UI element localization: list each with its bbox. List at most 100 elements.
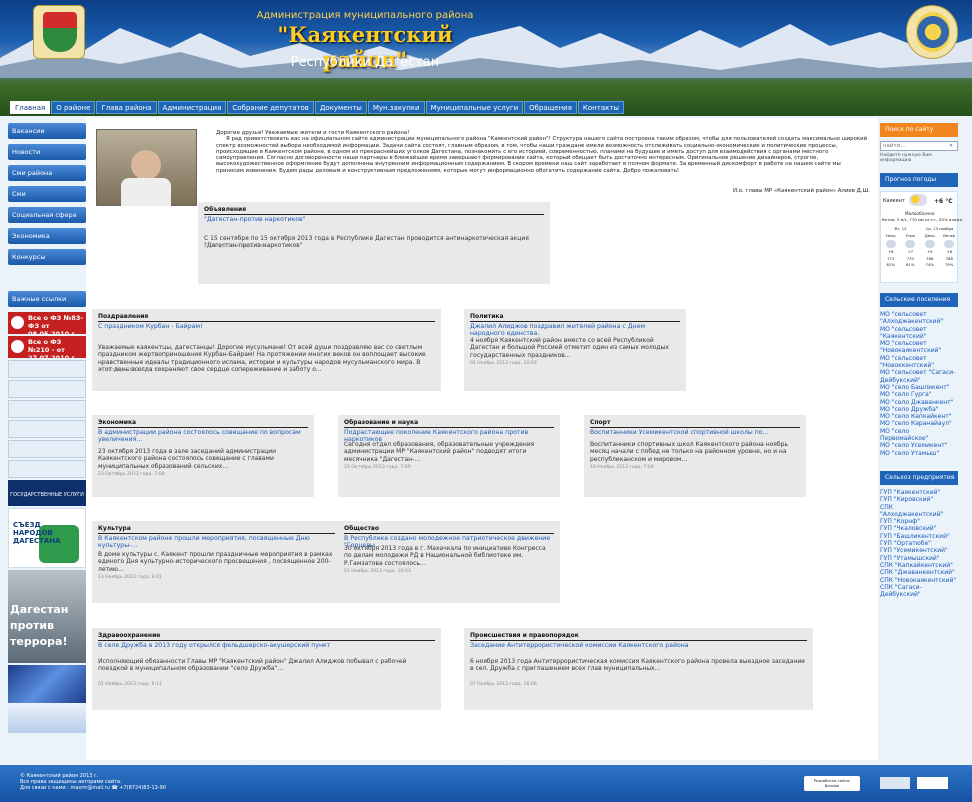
cloud-icon	[944, 240, 955, 248]
selsovet-link[interactable]: МО "сельсовет "Новокаякентский"	[880, 340, 958, 355]
syezd-banner[interactable]: СЪЕЗД НАРОДОВ ДАГЕСТАНА	[8, 508, 86, 568]
predpr-link[interactable]: ГУП "Чкаловский"	[880, 525, 958, 532]
counter-badge[interactable]	[880, 777, 910, 789]
gov-banner-1[interactable]	[8, 360, 86, 378]
selsovet-link[interactable]: МО "сельсовет "Каякентский"	[880, 326, 958, 341]
predpr-link[interactable]: ГУП "Корнф"	[880, 518, 958, 525]
selsovet-link[interactable]: МО "сельсовет "Новоккентский"	[880, 355, 958, 370]
predpr-link[interactable]: СПК "Новокаякентский"	[880, 577, 958, 584]
news-card: Здравоохранение В селе Дружба в 2013 год…	[92, 628, 441, 710]
news-card: Культура В Каякентском районе прошли мер…	[92, 521, 341, 603]
selsovet-link[interactable]: МО "село Дружба"	[880, 406, 958, 413]
weather-city: Каякент	[883, 198, 905, 204]
selsovet-link[interactable]: МО "сельсовет "Алходжакентский"	[880, 311, 958, 326]
nav-tab[interactable]: Главная	[10, 101, 51, 114]
selsovet-link[interactable]: МО "село Башликент"	[880, 384, 958, 391]
nav-tab[interactable]: О районе	[51, 101, 96, 114]
left-menu-item[interactable]: Сми	[8, 186, 86, 202]
nav-tab[interactable]: Собрание депутатов	[227, 101, 314, 114]
gov-banner-6[interactable]	[8, 460, 86, 478]
fz83-banner[interactable]: Все о ФЗ №83-ФЗ от 08.05.2010 г.	[8, 312, 86, 334]
cloud-icon	[905, 240, 916, 248]
predpr-link[interactable]: СПК "Сагаси-Дейбукский"	[880, 584, 958, 599]
left-menu-item[interactable]: Конкурсы	[8, 249, 86, 265]
predpr-link[interactable]: ГУП "Башликентский"	[880, 533, 958, 540]
predpr-link[interactable]: ГУП "Ортатюбе"	[880, 540, 958, 547]
gosuslugi-banner[interactable]: ГОСУДАРСТВЕННЫЕ УСЛУГИ	[8, 480, 86, 506]
predpr-link[interactable]: ГУП "Усемикентский"	[880, 547, 958, 554]
nav-tab[interactable]: Контакты	[577, 101, 624, 114]
header-subtitle: Республики Дагестан	[290, 55, 440, 70]
site-footer: © Каякентский район 2013 г. Все права за…	[0, 765, 972, 802]
nav-tab[interactable]: Обращения	[524, 101, 577, 114]
selsovet-link[interactable]: МО "село Гурга"	[880, 391, 958, 398]
card-link[interactable]: В селе Дружба в 2013 году открылся фельд…	[98, 642, 435, 649]
card-title: Культура	[98, 525, 335, 534]
forecast-period: Ночь	[885, 232, 896, 238]
card-link[interactable]: В администрации района состоялось совеща…	[98, 429, 308, 443]
cloud-icon	[924, 240, 935, 248]
selsovet-link[interactable]: МО "село Каранайаул"	[880, 420, 958, 427]
warning-icon	[11, 340, 24, 353]
predpr-link[interactable]: СПК "Джаванкентский"	[880, 569, 958, 576]
search-input[interactable]	[881, 142, 945, 150]
nav-tab[interactable]: Глава района	[96, 101, 157, 114]
left-menu-item[interactable]: Вакансии	[8, 123, 86, 139]
card-link[interactable]: "Дагестан-против наркотиков"	[204, 216, 544, 223]
predpr-link[interactable]: СПК "Капкайкентский"	[880, 562, 958, 569]
predpr-link[interactable]: ГУП "Утамышский"	[880, 555, 958, 562]
selsovet-link[interactable]: МО "сельсовет "Сагаси-Дейбукский"	[880, 369, 958, 384]
news-card: Образование и наука Подрастающее поколен…	[338, 415, 560, 497]
developer-badge[interactable]: Разработка сайта: Benoba	[804, 776, 860, 791]
gov-banner-5[interactable]	[8, 440, 86, 458]
selsovet-link[interactable]: МО "село Капкайкент"	[880, 413, 958, 420]
counter-badge-2[interactable]	[917, 777, 948, 789]
search-go-icon[interactable]: »	[946, 142, 956, 150]
nav-tab[interactable]: Документы	[314, 101, 367, 114]
sun-cloud-icon	[909, 194, 927, 206]
card-link[interactable]: В Каякентском районе прошли мероприятия,…	[98, 535, 335, 549]
selsovet-header: Сельские поселения	[880, 293, 958, 307]
district-emblem-icon[interactable]	[33, 5, 85, 59]
left-menu-item[interactable]: Социальная сфера	[8, 207, 86, 223]
card-link[interactable]: Воспитанники Усемикентской спортивной шк…	[590, 429, 800, 436]
forecast-period: Утро	[905, 232, 915, 238]
selsovet-link[interactable]: МО "село Джаванкент"	[880, 399, 958, 406]
right-sidebar: Поиск по сайту » Найдите нужную Вам инфо…	[880, 123, 964, 599]
gov-banner-2[interactable]	[8, 380, 86, 398]
search-header: Поиск по сайту	[880, 123, 958, 137]
selsovet-link[interactable]: МО "село Утамыш"	[880, 450, 958, 457]
card-date: 10 Ноябрь 2013 года, 7:04	[590, 465, 654, 470]
news-card: Спорт Воспитанники Усемикентской спортив…	[584, 415, 806, 497]
gov-banner-3[interactable]	[8, 400, 86, 418]
portal-banner[interactable]	[8, 705, 86, 733]
nav-tab[interactable]: Мун.закупки	[367, 101, 425, 114]
gov-banner-4[interactable]	[8, 420, 86, 438]
selsovet-link[interactable]: МО "село Первомайское"	[880, 428, 958, 443]
elections-banner[interactable]	[8, 665, 86, 703]
footer-contact[interactable]: Для связи с нами : maxrrr@mail.ru ☎ +7(8…	[20, 785, 166, 791]
left-menu-item[interactable]: Экономика	[8, 228, 86, 244]
selsovet-list: МО "сельсовет "Алходжакентский" МО "сельс…	[880, 311, 958, 457]
card-body: 6 ноября 2013 года Антитеррористическая …	[470, 658, 805, 673]
selsovet-link[interactable]: МО "село Усемикент"	[880, 442, 958, 449]
nav-tab[interactable]: Муниципальные услуги	[425, 101, 524, 114]
card-link[interactable]: Заседание Антитеррористической комиссии …	[470, 642, 807, 649]
fz210-banner[interactable]: Все о ФЗ №210 - от 27.07.2010 г.	[8, 336, 86, 358]
footer-text: © Каякентский район 2013 г. Все права за…	[20, 773, 166, 791]
head-photo	[96, 129, 197, 206]
card-link[interactable]: С праздником Курбан - Байрам!	[98, 323, 435, 330]
card-date: 01 Ноябрь 2013 года, 9:11	[98, 682, 162, 687]
left-menu-item[interactable]: Сми района	[8, 165, 86, 181]
news-card: Общество В Республике создано молодежное…	[338, 521, 560, 603]
welcome-body: Я рад приветствовать вас на официальном …	[216, 136, 868, 174]
forecast-period: День	[924, 232, 935, 238]
left-menu-item[interactable]: Новости	[8, 144, 86, 160]
nav-tab[interactable]: Администрация	[157, 101, 227, 114]
predpr-link[interactable]: ГУП "Кировский"	[880, 496, 958, 503]
predpr-link[interactable]: СПК "Алходжакентский"	[880, 504, 958, 519]
header-small-title: Администрация муниципального района	[256, 10, 474, 21]
predpr-link[interactable]: ГУП "Каякентский"	[880, 489, 958, 496]
card-link[interactable]: Джалил Алиджов поздравил жителей района …	[470, 323, 680, 337]
anti-terror-banner[interactable]: Дагестан против террора!	[8, 570, 86, 663]
